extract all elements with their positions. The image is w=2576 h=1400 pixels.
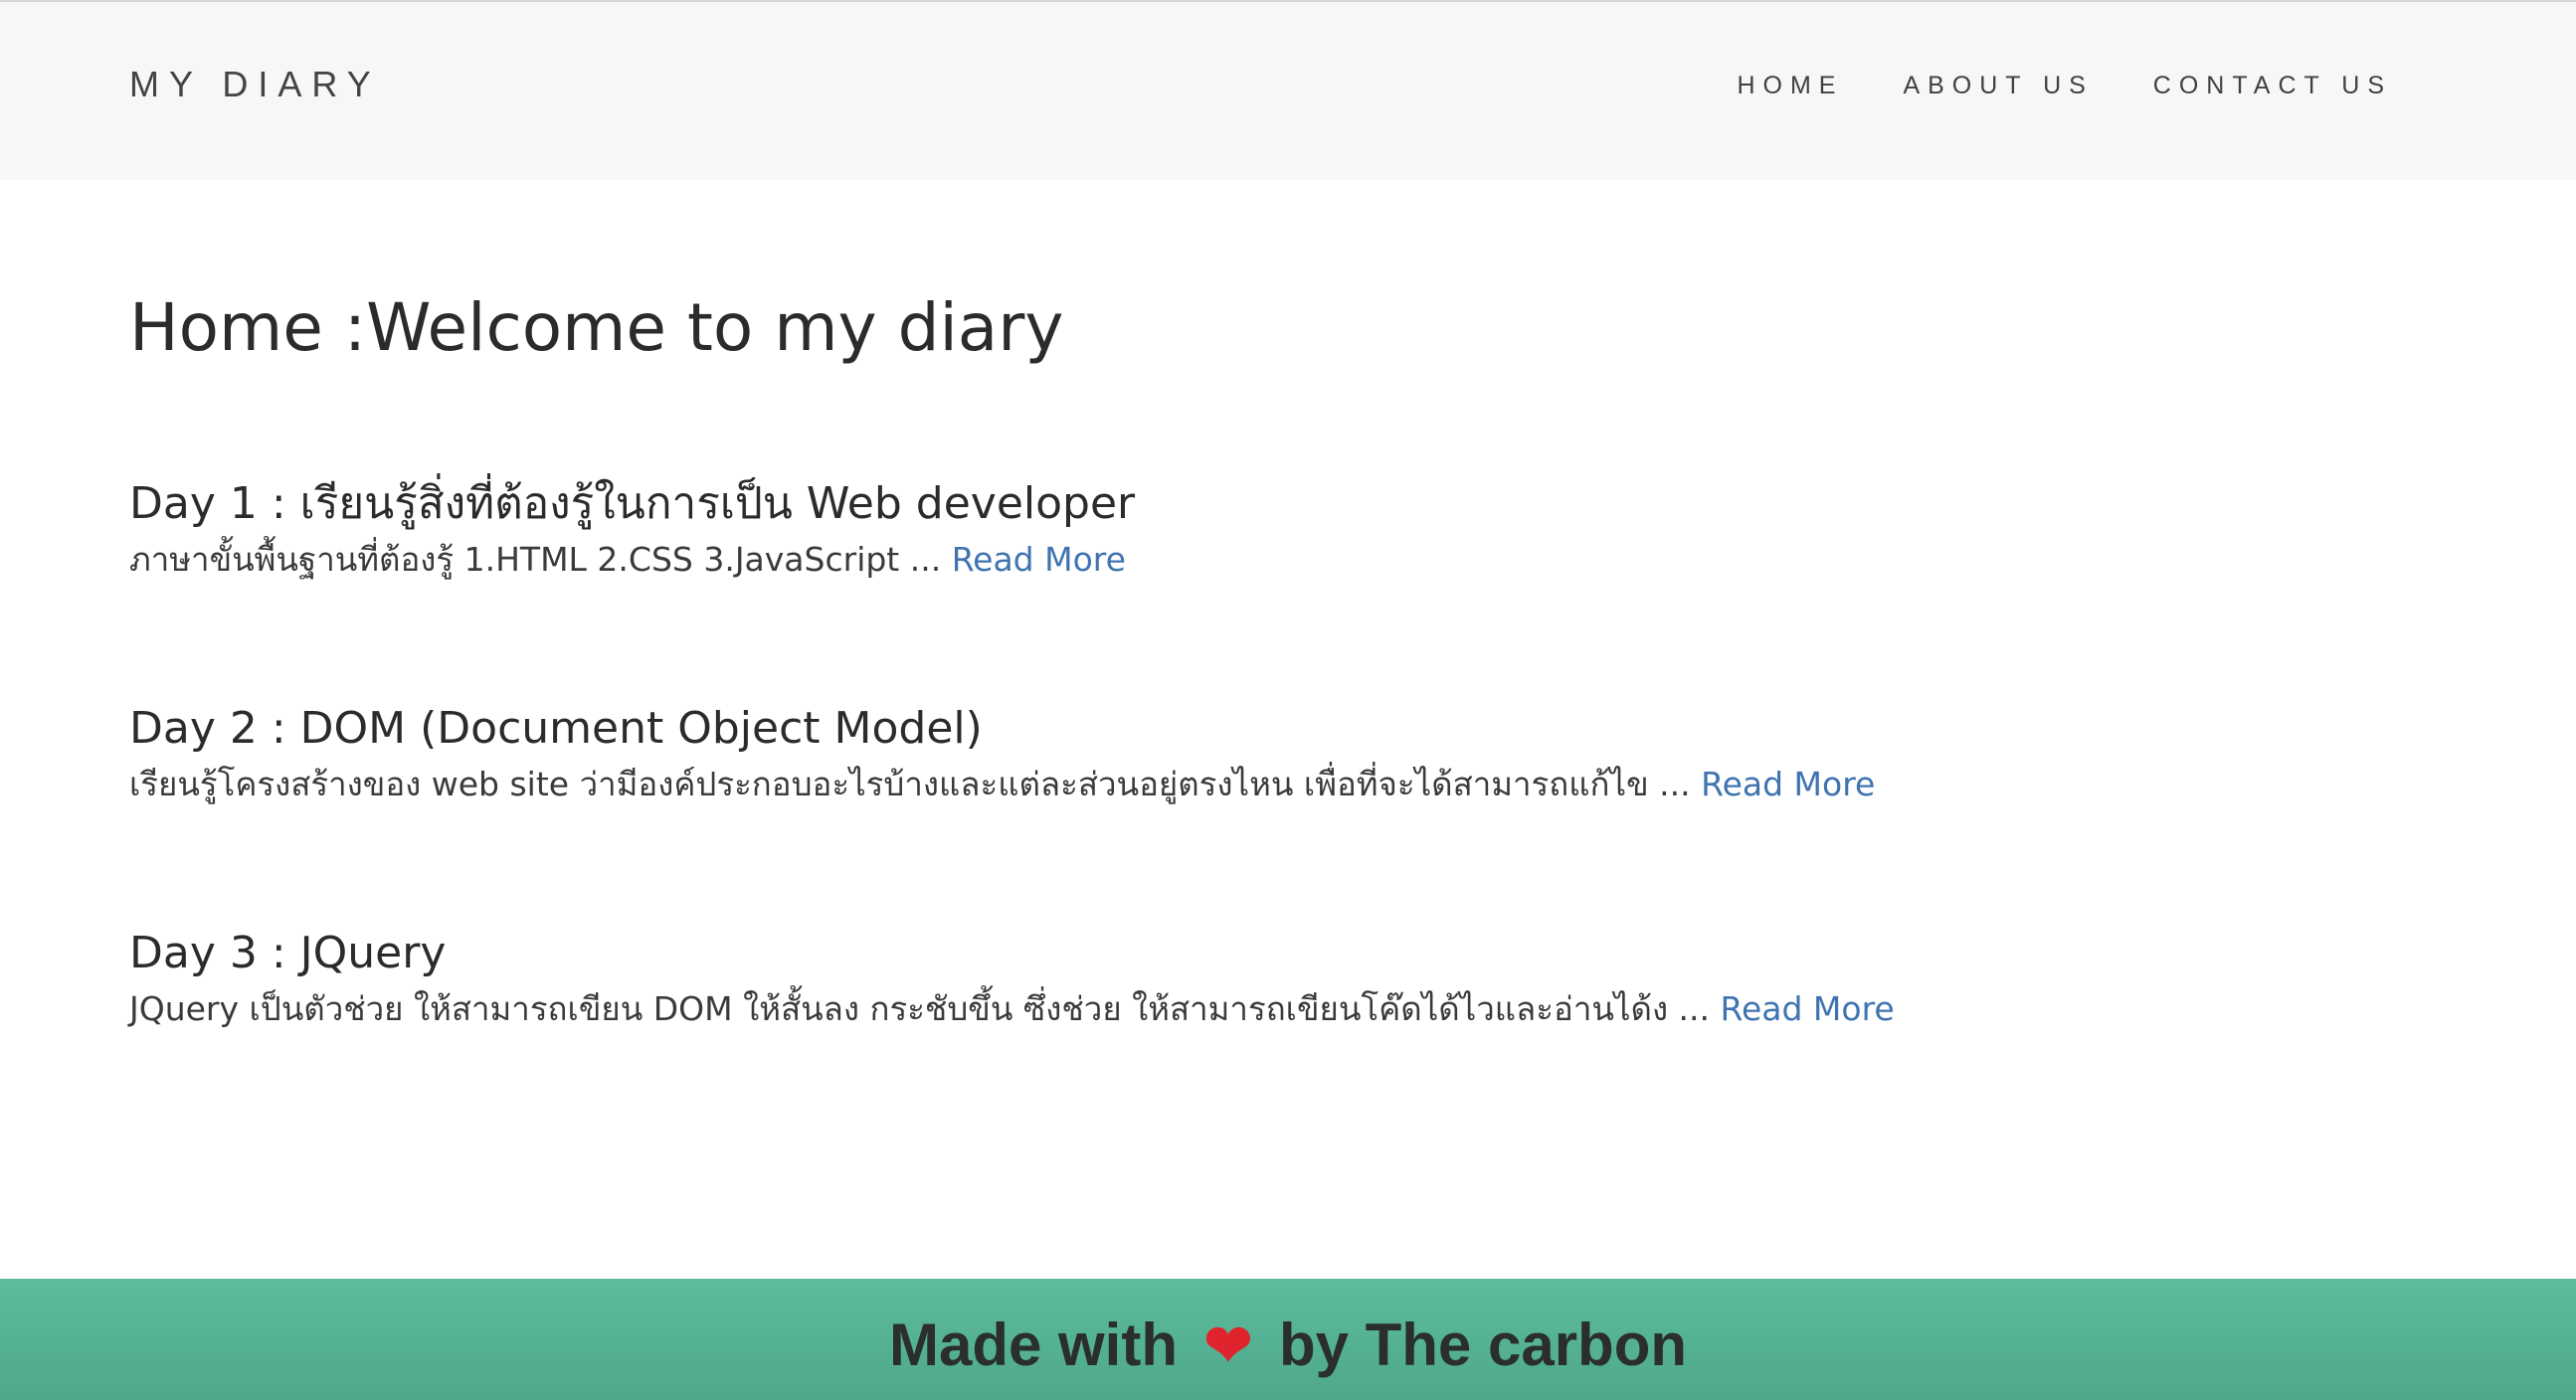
nav-menu: HOME ABOUT US CONTACT US bbox=[1677, 72, 2392, 100]
footer-text-after: by The carbon bbox=[1278, 1312, 1688, 1378]
post-excerpt: เรียนรู้โครงสร้างของ web site ว่ามีองค์ป… bbox=[129, 764, 1875, 806]
post-excerpt: ภาษาขั้นพื้นฐานที่ต้องรู้ 1.HTML 2.CSS 3… bbox=[129, 539, 1135, 582]
post-excerpt-text: JQuery เป็นตัวช่วย ให้สามารถเขียน DOM ให… bbox=[129, 988, 1711, 1028]
post-item-day-1: Day 1 : เรียนรู้สิ่งที่ต้องรู้ในการเป็น … bbox=[129, 478, 1135, 582]
post-excerpt: JQuery เป็นตัวช่วย ให้สามารถเขียน DOM ให… bbox=[129, 988, 1895, 1031]
read-more-link[interactable]: Read More bbox=[1721, 989, 1895, 1028]
post-title: Day 1 : เรียนรู้สิ่งที่ต้องรู้ในการเป็น … bbox=[129, 478, 1136, 529]
post-title: Day 3 : JQuery bbox=[129, 928, 447, 978]
read-more-link[interactable]: Read More bbox=[1701, 765, 1875, 803]
post-item-day-3: Day 3 : JQuery JQuery เป็นตัวช่วย ให้สาม… bbox=[129, 928, 1895, 1031]
post-item-day-2: Day 2 : DOM (Document Object Model) เรีย… bbox=[129, 703, 1875, 806]
nav-home[interactable]: HOME bbox=[1737, 72, 1843, 100]
footer: Made with ❤ by The carbon bbox=[0, 1279, 2576, 1400]
post-excerpt-text: เรียนรู้โครงสร้างของ web site ว่ามีองค์ป… bbox=[129, 764, 1691, 803]
post-title: Day 2 : DOM (Document Object Model) bbox=[129, 703, 983, 754]
read-more-link[interactable]: Read More bbox=[952, 540, 1126, 579]
nav-contact-us[interactable]: CONTACT US bbox=[2153, 72, 2392, 100]
navbar: MY DIARY HOME ABOUT US CONTACT US bbox=[0, 0, 2576, 180]
heart-icon: ❤ bbox=[1203, 1313, 1253, 1378]
footer-credit: Made with ❤ by The carbon bbox=[889, 1311, 1687, 1379]
brand-link[interactable]: MY DIARY bbox=[129, 64, 381, 105]
page-title: Home :Welcome to my diary bbox=[129, 289, 1064, 366]
post-excerpt-text: ภาษาขั้นพื้นฐานที่ต้องรู้ 1.HTML 2.CSS 3… bbox=[129, 539, 942, 579]
nav-about-us[interactable]: ABOUT US bbox=[1903, 72, 2093, 100]
footer-text-before: Made with bbox=[888, 1312, 1178, 1378]
